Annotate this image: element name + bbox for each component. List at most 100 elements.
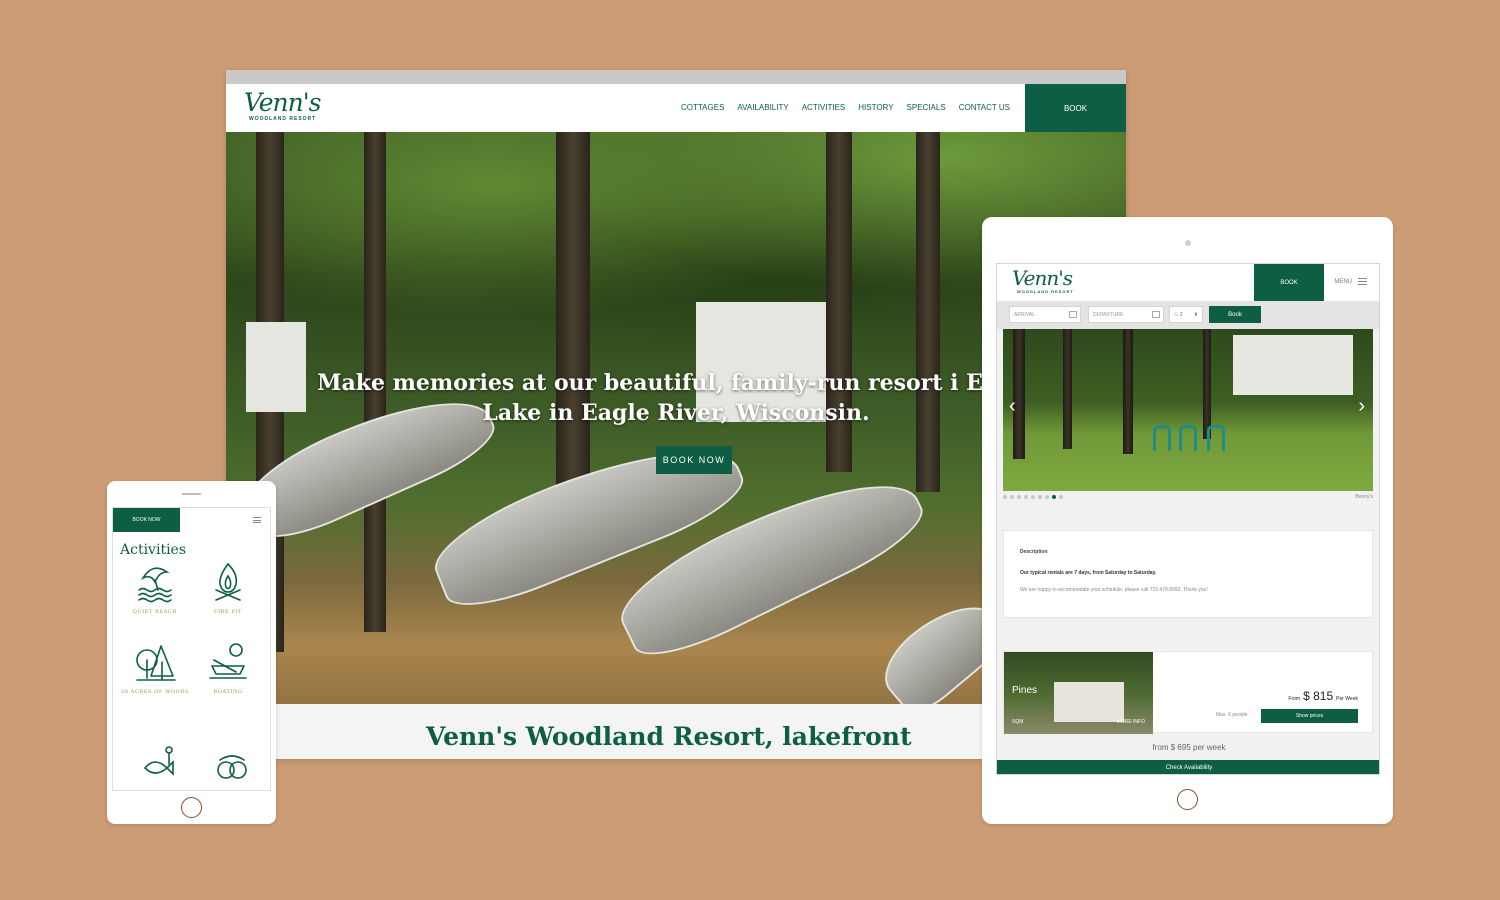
slider-photo-chair	[1153, 425, 1171, 451]
campfire-icon	[215, 562, 241, 601]
menu-button[interactable]: MENU	[1334, 278, 1367, 285]
calendar-icon	[1152, 311, 1160, 318]
description-contact: We are happy to accommodate your schedul…	[1020, 587, 1208, 593]
logo-subtitle: WOODLAND RESORT	[249, 116, 317, 122]
hamburger-icon[interactable]	[253, 517, 261, 523]
cottage-name: Pines	[1012, 685, 1038, 696]
nav-contact-us[interactable]: CONTACT US	[959, 103, 1010, 112]
slider-dot[interactable]	[1003, 495, 1007, 499]
price-from-label: From	[1288, 696, 1301, 702]
browser-chrome	[226, 70, 1126, 84]
slider-dot[interactable]	[1045, 495, 1049, 499]
tablet-header: Venn's WOODLAND RESORT BOOK MENU	[997, 264, 1379, 301]
nav-history[interactable]: HISTORY	[858, 103, 893, 112]
description-rental-policy: Our typical rentals are 7 days, from Sat…	[1020, 570, 1157, 576]
activity-wildlife[interactable]	[197, 744, 267, 784]
nav-cottages[interactable]: COTTAGES	[681, 103, 724, 112]
wildlife-icon	[217, 755, 247, 779]
activity-quiet-beach[interactable]: QUIET BEACH	[120, 560, 190, 615]
slider-dot[interactable]	[1024, 495, 1028, 499]
chevron-left-icon[interactable]: ‹	[1009, 395, 1016, 418]
slider-dot[interactable]	[1031, 495, 1035, 499]
activity-label: QUIET BEACH	[132, 609, 178, 615]
cottage-capacity: Max. 6 people	[1216, 712, 1248, 718]
slider-photo-cottage	[1233, 335, 1353, 395]
slider-dot[interactable]	[1038, 495, 1042, 499]
departure-placeholder: DEPARTURE	[1093, 312, 1124, 318]
site-logo[interactable]: Venn's WOODLAND RESORT	[244, 88, 321, 123]
slider-dot[interactable]	[1010, 495, 1014, 499]
tablet-home-button	[1177, 789, 1198, 810]
slider-photo-chair	[1179, 425, 1197, 451]
nav-availability[interactable]: AVAILABILITY	[737, 103, 788, 112]
arrival-date-field[interactable]: ARRIVAL	[1009, 306, 1081, 323]
slider-dot-active[interactable]	[1052, 495, 1056, 499]
price-per-label: Per Week	[1336, 696, 1358, 702]
nav-activities[interactable]: ACTIVITIES	[802, 103, 846, 112]
site-header: Venn's WOODLAND RESORT COTTAGES AVAILABI…	[226, 84, 1126, 132]
hero-photo-trunk	[916, 132, 940, 492]
activity-boating[interactable]: BOATING	[193, 640, 263, 695]
cottage-thumbnail[interactable]: Pines SQM MORE INFO	[1004, 652, 1153, 734]
nav-specials[interactable]: SPECIALS	[907, 103, 946, 112]
show-prices-button[interactable]: Show prices	[1261, 709, 1358, 723]
guests-icon: ⚇	[1174, 312, 1179, 318]
slider-photo-trunk	[1123, 329, 1133, 454]
slider-photo-chair	[1207, 425, 1225, 451]
activity-fishing[interactable]	[124, 744, 194, 784]
chevron-right-icon[interactable]: ›	[1358, 395, 1365, 418]
check-availability-button[interactable]: Check Availability	[997, 760, 1379, 774]
book-now-button[interactable]: BOOK NOW	[113, 508, 180, 532]
tablet-mockup: Venn's WOODLAND RESORT BOOK MENU ARRIVAL…	[982, 217, 1393, 824]
from-price-text: from $ 695 per week	[1152, 743, 1226, 752]
tablet-camera	[1185, 240, 1191, 246]
fish-icon	[143, 746, 174, 776]
site-logo[interactable]: Venn's WOODLAND RESORT	[1012, 266, 1074, 295]
phone-mockup: BOOK NOW Activities QUIET BEACH FIRE PIT…	[107, 481, 276, 824]
book-button[interactable]: BOOK	[1025, 84, 1126, 132]
main-nav: COTTAGES AVAILABILITY ACTIVITIES HISTORY…	[681, 103, 1010, 112]
description-title: Description	[1020, 549, 1048, 555]
activity-acres-of-woods[interactable]: 20 ACRES OF WOODS	[120, 640, 190, 695]
cottage-price: From $ 815 Per Week	[1288, 689, 1358, 703]
description-panel: Description Our typical rentals are 7 da…	[1003, 530, 1373, 618]
logo-script: Venn's	[1012, 266, 1073, 290]
slider-dot[interactable]	[1059, 495, 1063, 499]
slider-dots	[1003, 495, 1063, 499]
hamburger-icon	[1358, 278, 1367, 285]
select-arrows-icon: ⬍	[1193, 312, 1198, 318]
guests-value: 2	[1179, 312, 1183, 318]
beach-umbrella-icon	[138, 567, 172, 603]
slider-dot[interactable]	[1017, 495, 1021, 499]
logo-subtitle: WOODLAND RESORT	[1017, 289, 1074, 294]
book-now-button[interactable]: BOOK NOW	[656, 446, 732, 474]
calendar-icon	[1069, 311, 1077, 318]
cottage-card: Pines SQM MORE INFO From $ 815 Per Week …	[1003, 651, 1373, 734]
hero-photo-trunk	[556, 132, 590, 492]
more-info-link[interactable]: MORE INFO	[1117, 719, 1145, 725]
trees-icon	[136, 645, 176, 681]
search-book-button[interactable]: Book	[1209, 306, 1261, 323]
tablet-screen: Venn's WOODLAND RESORT BOOK MENU ARRIVAL…	[996, 263, 1380, 775]
menu-label: MENU	[1334, 278, 1352, 285]
cottage-size-unit: SQM	[1012, 719, 1024, 725]
activity-label: 20 ACRES OF WOODS	[121, 689, 189, 695]
guests-select[interactable]: ⚇ 2 ⬍	[1169, 306, 1203, 323]
hero-heading: Make memories at our beautiful, family-r…	[317, 370, 1035, 426]
activity-label: BOATING	[213, 689, 243, 695]
phone-home-button	[181, 797, 202, 818]
activity-fire-pit[interactable]: FIRE PIT	[193, 560, 263, 615]
slider-photo-trunk	[1063, 329, 1072, 449]
phone-speaker	[182, 493, 201, 495]
cottage-photo-slider[interactable]: ‹ ›	[1003, 329, 1373, 491]
rowboat-icon	[209, 643, 247, 679]
logo-script: Venn's	[244, 88, 321, 117]
price-value: $ 815	[1303, 689, 1334, 703]
book-button[interactable]: BOOK	[1254, 264, 1324, 301]
phone-header: BOOK NOW	[113, 508, 270, 532]
departure-date-field[interactable]: DEPARTURE	[1088, 306, 1164, 323]
phone-screen: BOOK NOW Activities QUIET BEACH FIRE PIT…	[112, 507, 271, 791]
section-heading: Venn's Woodland Resort, lakefront	[426, 722, 912, 751]
slider-photo-trunk	[1013, 329, 1025, 459]
activity-label: FIRE PIT	[214, 609, 242, 615]
